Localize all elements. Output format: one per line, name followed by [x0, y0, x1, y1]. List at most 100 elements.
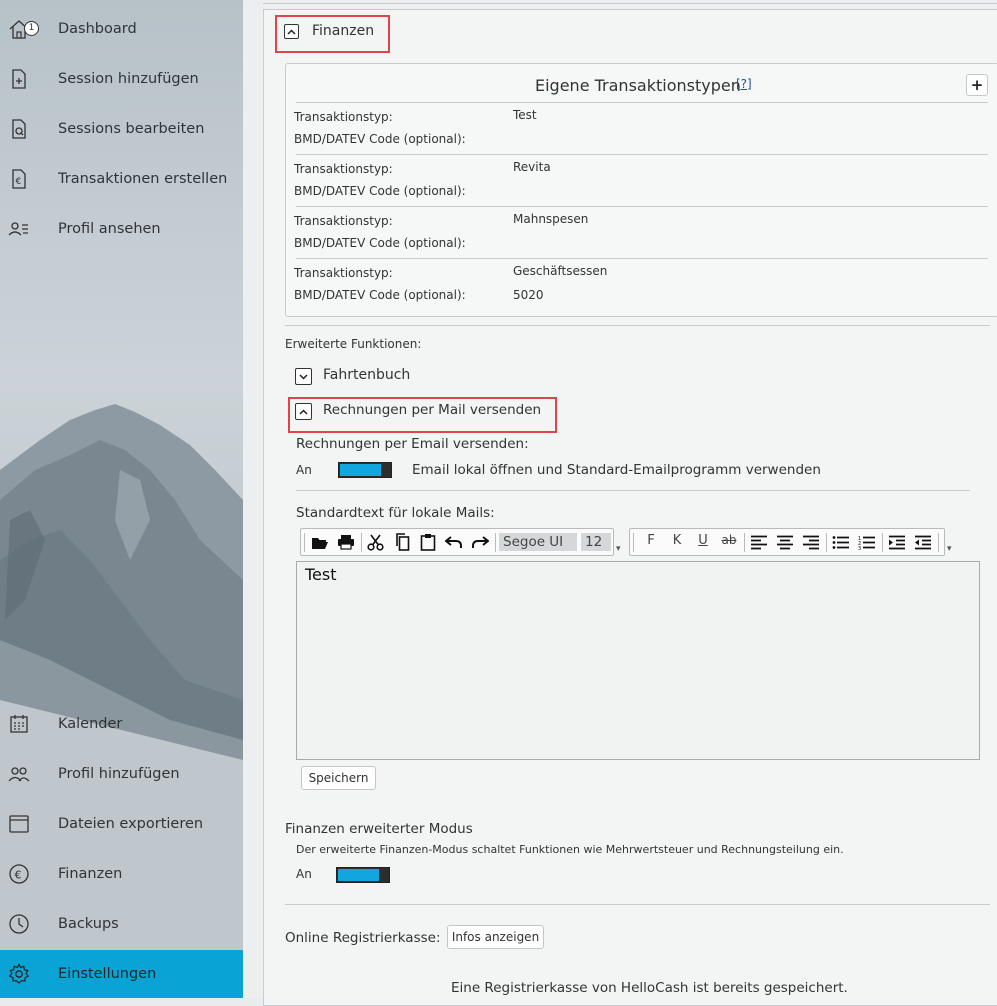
- collapse-mail-section-button[interactable]: [295, 403, 312, 420]
- type-label: Transaktionstyp:: [294, 214, 393, 228]
- sidebar-item-session-hinzufuegen[interactable]: Session hinzufügen: [0, 55, 243, 103]
- divider: [296, 206, 988, 207]
- divider: [296, 102, 988, 103]
- main-content: Finanzen Eigene Transaktionstypen [?] + …: [243, 0, 997, 1006]
- divider: [296, 154, 988, 155]
- sidebar-item-dateien-exportieren[interactable]: Dateien exportieren: [0, 800, 243, 848]
- outdent-icon[interactable]: [912, 532, 934, 552]
- code-label: BMD/DATEV Code (optional):: [294, 288, 466, 302]
- indent-icon[interactable]: [886, 532, 908, 552]
- sidebar-item-finanzen[interactable]: € Finanzen: [0, 850, 243, 898]
- add-profile-icon: [8, 763, 30, 785]
- font-family-select[interactable]: Segoe UI: [499, 533, 577, 551]
- code-label: BMD/DATEV Code (optional):: [294, 184, 466, 198]
- sidebar-item-profil-hinzufuegen[interactable]: Profil hinzufügen: [0, 750, 243, 798]
- editor-toolbar-right: F K U ab 123: [629, 528, 945, 556]
- redo-icon[interactable]: [469, 532, 491, 552]
- italic-button[interactable]: K: [666, 530, 688, 550]
- type-value[interactable]: Mahnspesen: [513, 212, 588, 226]
- divider: [285, 904, 990, 905]
- sidebar-item-label: Kalender: [58, 716, 123, 732]
- svg-text:€: €: [16, 177, 22, 187]
- type-label: Transaktionstyp:: [294, 266, 393, 280]
- extended-functions-label: Erweiterte Funktionen:: [285, 337, 422, 351]
- divider: [263, 0, 997, 4]
- add-transaction-type-button[interactable]: +: [966, 74, 988, 96]
- svg-text:€: €: [15, 869, 22, 882]
- archive-icon: [8, 813, 30, 835]
- editor-content[interactable]: Test: [305, 565, 337, 584]
- undo-icon[interactable]: [443, 532, 465, 552]
- collapse-finanzen-button[interactable]: [284, 24, 299, 39]
- notification-badge: 1: [24, 21, 39, 36]
- font-size-select[interactable]: 12: [581, 533, 611, 551]
- sidebar-item-label: Einstellungen: [58, 966, 157, 982]
- mail-toggle-description: Email lokal öffnen und Standard-Emailpro…: [412, 462, 821, 478]
- code-value[interactable]: 5020: [513, 288, 544, 302]
- calendar-icon: [8, 713, 30, 735]
- code-label: BMD/DATEV Code (optional):: [294, 132, 466, 146]
- sidebar-item-sessions-bearbeiten[interactable]: Sessions bearbeiten: [0, 105, 243, 153]
- show-info-button[interactable]: Infos anzeigen: [447, 925, 544, 949]
- edit-document-icon: [8, 118, 30, 140]
- copy-icon[interactable]: [391, 532, 413, 552]
- divider: [296, 490, 970, 491]
- type-label: Transaktionstyp:: [294, 110, 393, 124]
- type-value[interactable]: Test: [513, 108, 537, 122]
- expand-fahrtenbuch-button[interactable]: [295, 368, 312, 385]
- gear-icon: [8, 963, 30, 985]
- clock-icon: [8, 913, 30, 935]
- strikethrough-button[interactable]: ab: [718, 530, 740, 550]
- mail-section-title: Rechnungen per Mail versenden: [323, 402, 542, 418]
- advanced-mode-state: An: [296, 867, 312, 881]
- standard-text-label: Standardtext für lokale Mails:: [296, 505, 495, 521]
- editor-toolbar-left: Segoe UI 12: [300, 528, 614, 556]
- euro-circle-icon: €: [8, 863, 30, 885]
- type-value[interactable]: Geschäftsessen: [513, 264, 607, 278]
- section-title-finanzen: Finanzen: [312, 23, 375, 39]
- mail-text-editor[interactable]: Test: [296, 561, 980, 760]
- sidebar-item-label: Finanzen: [58, 866, 123, 882]
- numbered-list-icon[interactable]: 123: [856, 532, 878, 552]
- sidebar-item-backups[interactable]: Backups: [0, 900, 243, 948]
- advanced-mode-toggle[interactable]: [336, 867, 390, 883]
- sidebar-item-label: Session hinzufügen: [58, 71, 199, 87]
- cut-icon[interactable]: [365, 532, 387, 552]
- type-value[interactable]: Revita: [513, 160, 551, 174]
- sidebar-item-dashboard[interactable]: 1 Dashboard: [0, 5, 243, 53]
- sidebar-item-label: Dateien exportieren: [58, 816, 204, 832]
- align-center-icon[interactable]: [774, 532, 796, 552]
- sidebar-item-transaktionen-erstellen[interactable]: € Transaktionen erstellen: [0, 155, 243, 203]
- sidebar-item-kalender[interactable]: Kalender: [0, 700, 243, 748]
- register-note: Eine Registrierkasse von HelloCash ist b…: [451, 980, 848, 996]
- transaction-types-box: Eigene Transaktionstypen [?] + Transakti…: [285, 63, 997, 317]
- toolbar-overflow-icon[interactable]: ▾: [616, 544, 621, 554]
- bullet-list-icon[interactable]: [830, 532, 852, 552]
- divider: [285, 325, 990, 326]
- underline-button[interactable]: U: [692, 530, 714, 550]
- svg-text:3: 3: [858, 546, 861, 550]
- sidebar-item-label: Transaktionen erstellen: [58, 171, 228, 187]
- toolbar-overflow-icon[interactable]: ▾: [947, 544, 952, 554]
- advanced-mode-description: Der erweiterte Finanzen-Modus schaltet F…: [296, 843, 844, 856]
- align-left-icon[interactable]: [748, 532, 770, 552]
- print-icon[interactable]: [335, 532, 357, 552]
- sidebar-item-label: Dashboard: [58, 21, 137, 37]
- bold-button[interactable]: F: [640, 530, 662, 550]
- type-label: Transaktionstyp:: [294, 162, 393, 176]
- save-button[interactable]: Speichern: [301, 766, 376, 790]
- euro-document-icon: €: [8, 168, 30, 190]
- add-document-icon: [8, 68, 30, 90]
- align-right-icon[interactable]: [800, 532, 822, 552]
- sidebar-item-profil-ansehen[interactable]: Profil ansehen: [0, 205, 243, 253]
- mail-toggle-switch[interactable]: [338, 462, 392, 478]
- chevron-up-icon: [299, 408, 308, 415]
- register-label: Online Registrierkasse:: [285, 930, 441, 946]
- paste-icon[interactable]: [417, 532, 439, 552]
- advanced-mode-title: Finanzen erweiterter Modus: [285, 821, 473, 837]
- open-folder-icon[interactable]: [309, 532, 331, 552]
- divider: [296, 258, 988, 259]
- sidebar-item-einstellungen[interactable]: Einstellungen: [0, 950, 243, 998]
- help-link[interactable]: [?]: [736, 77, 752, 91]
- sidebar-item-label: Sessions bearbeiten: [58, 121, 205, 137]
